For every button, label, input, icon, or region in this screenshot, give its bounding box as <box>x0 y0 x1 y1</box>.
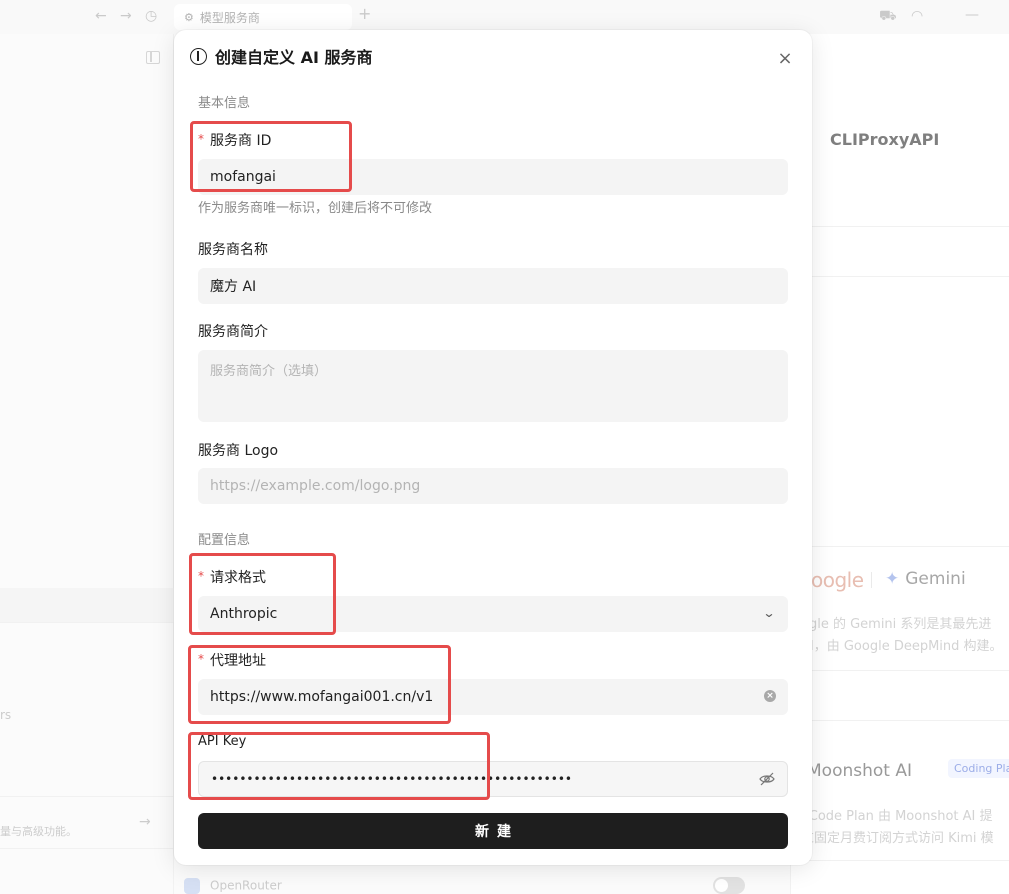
brain-icon <box>190 47 207 65</box>
provider-description-textarea[interactable]: 服务商简介（选填） <box>198 350 788 422</box>
provider-id-label: * 服务商 ID <box>198 130 271 150</box>
section-basic-info: 基本信息 <box>198 96 251 111</box>
eye-off-icon[interactable] <box>759 771 775 787</box>
provider-description-label: 服务商简介 <box>198 324 268 340</box>
request-format-value: Anthropic <box>210 606 278 622</box>
api-key-input[interactable]: ••••••••••••••••••••••••••••••••••••••••… <box>198 761 788 797</box>
request-format-select[interactable]: Anthropic ⌄ <box>198 596 788 632</box>
required-mark: * <box>198 132 204 146</box>
label-text: 服务商 ID <box>210 133 272 149</box>
required-mark: * <box>198 652 204 666</box>
clear-icon[interactable]: × <box>764 690 776 702</box>
api-key-label: API Key <box>198 734 247 749</box>
section-config-info: 配置信息 <box>198 533 251 548</box>
label-text: 请求格式 <box>210 570 266 586</box>
close-icon[interactable]: × <box>776 50 794 68</box>
dialog-header: 创建自定义 AI 服务商 <box>190 44 372 68</box>
proxy-url-label: * 代理地址 <box>198 650 266 670</box>
create-button[interactable]: 新建 <box>198 813 788 849</box>
dialog-title: 创建自定义 AI 服务商 <box>215 48 373 67</box>
api-key-value: ••••••••••••••••••••••••••••••••••••••••… <box>211 772 572 786</box>
proxy-url-input[interactable]: https://www.mofangai001.cn/v1 × <box>198 679 788 715</box>
provider-name-input[interactable]: 魔方 AI <box>198 268 788 304</box>
request-format-label: * 请求格式 <box>198 567 266 587</box>
provider-id-input[interactable]: mofangai <box>198 159 788 195</box>
provider-name-label: 服务商名称 <box>198 242 268 258</box>
provider-logo-input[interactable]: https://example.com/logo.png <box>198 468 788 504</box>
chevron-down-icon: ⌄ <box>762 606 776 620</box>
label-text: 代理地址 <box>210 653 266 669</box>
required-mark: * <box>198 569 204 583</box>
provider-logo-label: 服务商 Logo <box>198 443 279 459</box>
provider-id-hint: 作为服务商唯一标识，创建后将不可修改 <box>198 201 433 216</box>
create-provider-dialog: 创建自定义 AI 服务商 × 基本信息 * 服务商 ID mofangai 作为服… <box>174 30 812 865</box>
proxy-url-value: https://www.mofangai001.cn/v1 <box>210 689 434 705</box>
